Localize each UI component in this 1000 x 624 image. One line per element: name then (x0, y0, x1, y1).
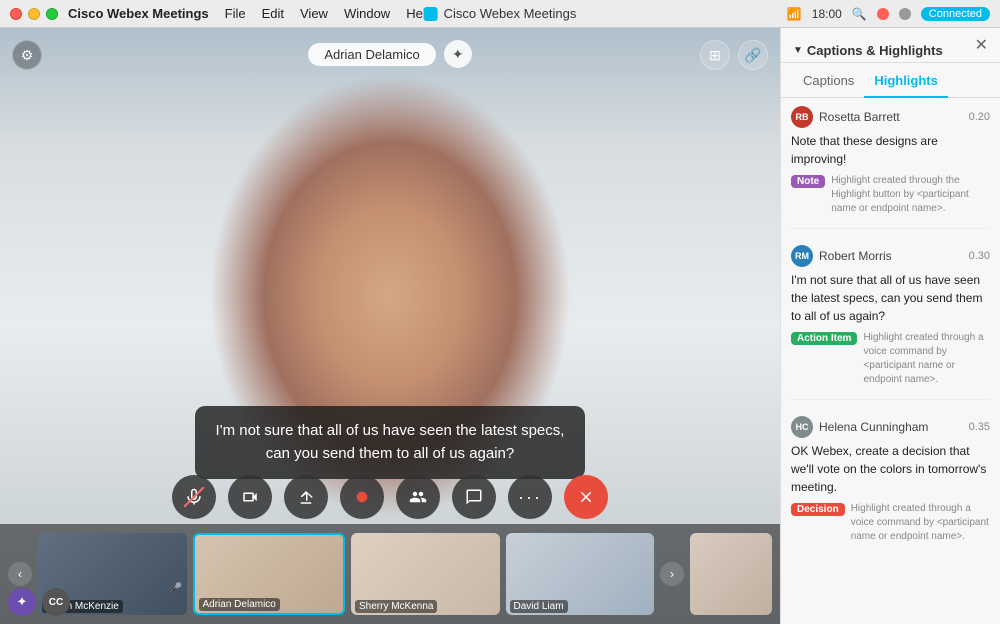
thumbnail-extra[interactable] (690, 533, 772, 615)
captions-box: I'm not sure that all of us have seen th… (195, 406, 585, 479)
thumbnail-strip: ‹ 🎤 Julian McKenzie Adrian Delamico Sher… (0, 524, 780, 624)
star-icon-btn[interactable]: ✦ (444, 40, 472, 68)
hi-badge-row-1: Action Item Highlight created through a … (791, 331, 990, 387)
panel-title-text: Captions & Highlights (807, 43, 943, 58)
thumb-prev-button[interactable]: ‹ (8, 562, 32, 586)
tab-highlights[interactable]: Highlights (864, 69, 948, 98)
mic-off-icon-0: 🎤 (169, 582, 183, 595)
record-button[interactable] (340, 475, 384, 519)
app-name-label: Cisco Webex Meetings (68, 6, 209, 21)
titlebar: Cisco Webex Meetings File Edit View Wind… (0, 0, 1000, 28)
hi-desc-0: Highlight created through the Highlight … (831, 174, 990, 216)
hi-quote-0: Note that these designs are improving! (791, 132, 990, 168)
menu-window[interactable]: Window (344, 6, 390, 21)
hi-badge-row-0: Note Highlight created through the Highl… (791, 174, 990, 216)
hi-time-1: 0.30 (969, 250, 990, 262)
hi-header-1: RM Robert Morris 0.30 (791, 245, 990, 267)
link-icon-btn[interactable]: 🔗 (738, 40, 768, 70)
thumbnail-item-1[interactable]: Adrian Delamico (193, 533, 346, 615)
share-button[interactable] (284, 475, 328, 519)
hi-header-2: HC Helena Cunningham 0.35 (791, 416, 990, 438)
menu-bar: Cisco Webex Meetings File Edit View Wind… (68, 6, 433, 21)
traffic-lights (10, 8, 58, 20)
hi-name-1: Robert Morris (819, 249, 963, 263)
minimize-button[interactable] (28, 8, 40, 20)
hi-name-0: Rosetta Barrett (819, 110, 963, 124)
video-top-bar: Adrian Delamico ✦ (0, 40, 780, 68)
top-right-icons: ⊞ 🔗 (700, 40, 768, 70)
window-title: Cisco Webex Meetings (424, 6, 577, 21)
thumb-label-3: David Liam (510, 600, 568, 613)
menu-view[interactable]: View (300, 6, 328, 21)
more-button[interactable]: ··· (508, 475, 552, 519)
recording-indicator (877, 8, 889, 20)
menu-edit[interactable]: Edit (262, 6, 284, 21)
participant-name-badge: Adrian Delamico (308, 43, 435, 66)
participants-button[interactable] (396, 475, 440, 519)
highlights-list: RB Rosetta Barrett 0.20 Note that these … (781, 98, 1000, 624)
end-call-button[interactable] (564, 475, 608, 519)
avatar-2: HC (791, 416, 813, 438)
thumbnail-item-2[interactable]: Sherry McKenna (351, 533, 500, 615)
connected-badge: Connected (921, 7, 990, 21)
hi-desc-2: Highlight created through a voice comman… (851, 502, 990, 544)
time-display: 18:00 (812, 7, 842, 21)
close-button[interactable] (10, 8, 22, 20)
hi-name-2: Helena Cunningham (819, 420, 963, 434)
wifi-icon: 📶 (787, 7, 802, 21)
highlight-item-2: HC Helena Cunningham 0.35 OK Webex, crea… (791, 416, 990, 556)
ai-assistant-button[interactable]: ✦ (8, 588, 36, 616)
avatar-0: RB (791, 106, 813, 128)
hi-badge-row-2: Decision Highlight created through a voi… (791, 502, 990, 544)
mute-button[interactable] (172, 475, 216, 519)
hi-time-0: 0.20 (969, 111, 990, 123)
bottom-left-buttons: ✦ CC (8, 588, 70, 616)
highlight-item-1: RM Robert Morris 0.30 I'm not sure that … (791, 245, 990, 400)
right-panel: ▼ Captions & Highlights ✕ Captions Highl… (780, 28, 1000, 624)
hi-time-2: 0.35 (969, 421, 990, 433)
video-area: ⚙ Adrian Delamico ✦ ⊞ 🔗 I'm not sure tha… (0, 28, 780, 624)
hi-quote-2: OK Webex, create a decision that we'll v… (791, 442, 990, 496)
panel-header: ▼ Captions & Highlights ✕ (781, 28, 1000, 63)
panel-tabs: Captions Highlights (781, 63, 1000, 98)
hi-header-0: RB Rosetta Barrett 0.20 (791, 106, 990, 128)
hi-desc-1: Highlight created through a voice comman… (863, 331, 990, 387)
status-dot (899, 8, 911, 20)
panel-close-button[interactable]: ✕ (975, 38, 988, 62)
fullscreen-icon-btn[interactable]: ⊞ (700, 40, 730, 70)
avatar-1: RM (791, 245, 813, 267)
video-button[interactable] (228, 475, 272, 519)
thumb-label-2: Sherry McKenna (355, 600, 437, 613)
thumb-label-1: Adrian Delamico (199, 598, 280, 611)
chevron-down-icon[interactable]: ▼ (793, 45, 803, 56)
highlight-item-0: RB Rosetta Barrett 0.20 Note that these … (791, 106, 990, 229)
main-video: ⚙ Adrian Delamico ✦ ⊞ 🔗 I'm not sure tha… (0, 28, 780, 624)
badge-note-0: Note (791, 175, 825, 188)
webex-icon (424, 7, 438, 21)
panel-title: ▼ Captions & Highlights (793, 43, 943, 58)
thumb-next-button[interactable]: › (660, 562, 684, 586)
search-icon[interactable]: 🔍 (852, 7, 867, 21)
chat-button[interactable] (452, 475, 496, 519)
tab-captions[interactable]: Captions (793, 69, 864, 98)
main-container: ⚙ Adrian Delamico ✦ ⊞ 🔗 I'm not sure tha… (0, 28, 1000, 624)
badge-decision-2: Decision (791, 503, 845, 516)
captions-toggle-button[interactable]: CC (42, 588, 70, 616)
menu-file[interactable]: File (225, 6, 246, 21)
titlebar-right: 📶 18:00 🔍 Connected (787, 7, 990, 21)
badge-action-1: Action Item (791, 332, 857, 345)
maximize-button[interactable] (46, 8, 58, 20)
bottom-controls: ··· (172, 475, 608, 519)
hi-quote-1: I'm not sure that all of us have seen th… (791, 271, 990, 325)
thumbnail-item-3[interactable]: David Liam (506, 533, 655, 615)
caption-text: I'm not sure that all of us have seen th… (216, 422, 565, 462)
